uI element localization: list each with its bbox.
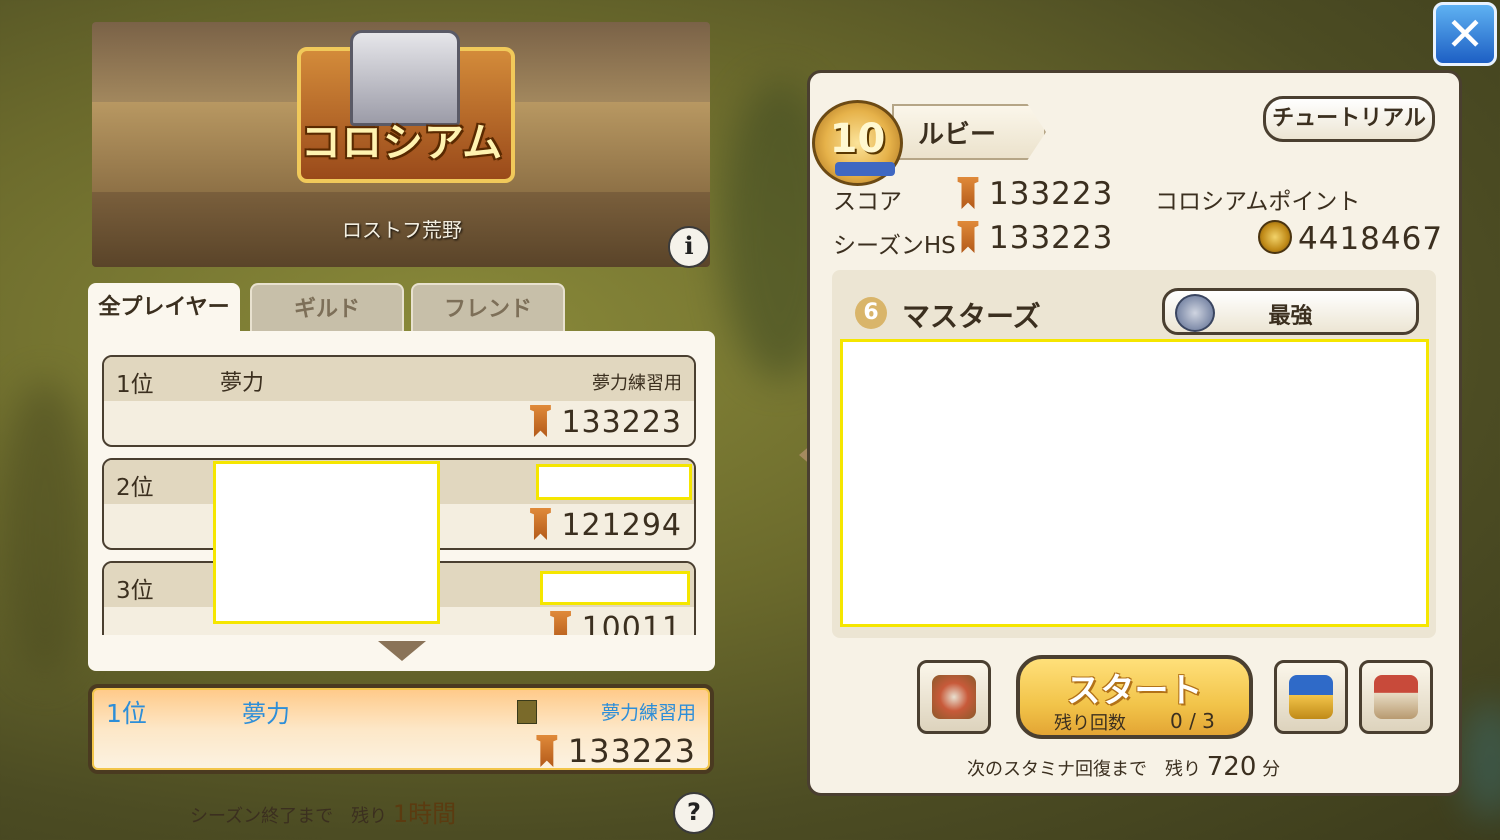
score: 10011 <box>548 611 682 635</box>
own-score-value: 133223 <box>567 732 696 770</box>
scroll-down-arrow-icon[interactable] <box>378 641 426 661</box>
season-end-label: シーズン終了まで 残り <box>190 806 388 827</box>
redacted-guild <box>536 464 692 500</box>
trophy-icon <box>957 177 979 209</box>
score: 133223 <box>527 405 682 440</box>
colosseum-banner: コロシアム ロストフ荒野 <box>92 22 710 267</box>
tutorial-button[interactable]: チュートリアル <box>1263 96 1435 142</box>
guild-flag-icon <box>517 700 537 724</box>
help-button[interactable]: ? <box>673 792 715 834</box>
season-remaining: 1時間 <box>392 800 457 828</box>
remaining-count: 0 / 3 <box>1170 709 1215 733</box>
season-hs-value: 133223 <box>989 220 1114 256</box>
score-value: 121294 <box>561 508 682 543</box>
trophy-icon <box>530 508 551 540</box>
background-shape <box>1460 700 1500 820</box>
info-button[interactable]: i <box>668 226 710 268</box>
redacted-team-members <box>840 339 1429 627</box>
own-score: 133223 <box>534 732 696 770</box>
player-score-value: 133223 <box>989 176 1114 212</box>
shop-icon <box>1374 675 1418 719</box>
strongest-button[interactable]: 最強 <box>1162 288 1419 335</box>
rank-place: 2位 <box>116 475 154 501</box>
stamina-unit: 分 <box>1262 759 1281 780</box>
ranking-row[interactable]: 1位 夢力 夢力練習用 133223 <box>102 355 696 447</box>
own-rank-row[interactable]: 1位 夢力 夢力練習用 133223 <box>88 684 714 774</box>
rank-place: 1位 <box>116 372 154 398</box>
trophy-icon <box>530 405 551 437</box>
team-name: マスターズ <box>902 300 1041 333</box>
season-end-text: シーズン終了まで 残り 1時間 <box>190 794 456 829</box>
team-swap-icon <box>932 675 976 719</box>
stamina-minutes: 720 <box>1206 752 1257 782</box>
shop-button[interactable] <box>1359 660 1433 734</box>
colosseum-points-value: 4418467 <box>1298 221 1444 257</box>
team-number: 6 <box>855 297 887 329</box>
treasure-chest-button[interactable] <box>1274 660 1348 734</box>
team-switch-button[interactable] <box>917 660 991 734</box>
trophy-icon <box>536 735 558 767</box>
start-button[interactable]: スタート 残り回数 0 / 3 <box>1016 655 1253 739</box>
season-hs: 133223 <box>955 220 1113 256</box>
area-name: ロストフ荒野 <box>342 218 462 242</box>
tab-guild[interactable]: ギルド <box>250 283 404 335</box>
own-player-name: 夢力 <box>242 700 290 728</box>
rank-ribbon-icon <box>835 162 895 176</box>
trophy-icon <box>957 221 979 253</box>
rank-place: 3位 <box>116 578 154 604</box>
redacted-guild <box>540 571 690 605</box>
treasure-chest-icon <box>1289 675 1333 719</box>
own-rank-place: 1位 <box>106 699 147 728</box>
remaining-count-label: 残り回数 <box>1054 713 1126 734</box>
rank-name: ルビー <box>918 120 997 150</box>
own-guild-name: 夢力練習用 <box>600 702 696 724</box>
start-label: スタート <box>1066 671 1203 711</box>
colosseum-points-label: コロシアムポイント <box>1155 189 1361 215</box>
coin-icon <box>1258 220 1292 254</box>
close-button[interactable]: ✕ <box>1433 2 1497 66</box>
season-hs-label: シーズンHS <box>833 233 956 259</box>
guild-name: 夢力練習用 <box>592 373 682 394</box>
stamina-timer: 次のスタミナ回復まで 残り 720 分 <box>967 752 1280 782</box>
tab-friend[interactable]: フレンド <box>411 283 565 335</box>
player-score: 133223 <box>955 176 1113 212</box>
score-label: スコア <box>833 189 902 215</box>
strongest-label: 最強 <box>1268 304 1313 329</box>
trophy-icon <box>550 611 571 635</box>
background-shape <box>0 380 90 680</box>
ranking-panel: 1位 夢力 夢力練習用 133223 2位 121294 3位 10011 <box>88 331 715 671</box>
player-name: 夢力 <box>220 371 265 396</box>
colosseum-title: コロシアム <box>300 120 504 166</box>
tab-all-players[interactable]: 全プレイヤー <box>88 283 240 333</box>
stamina-label: 次のスタミナ回復まで 残り <box>967 759 1201 780</box>
score: 121294 <box>527 508 682 543</box>
score-value: 133223 <box>561 405 682 440</box>
colosseum-points: 4418467 <box>1258 220 1443 257</box>
score-value: 10011 <box>581 611 682 635</box>
redacted-player-names <box>213 461 440 624</box>
